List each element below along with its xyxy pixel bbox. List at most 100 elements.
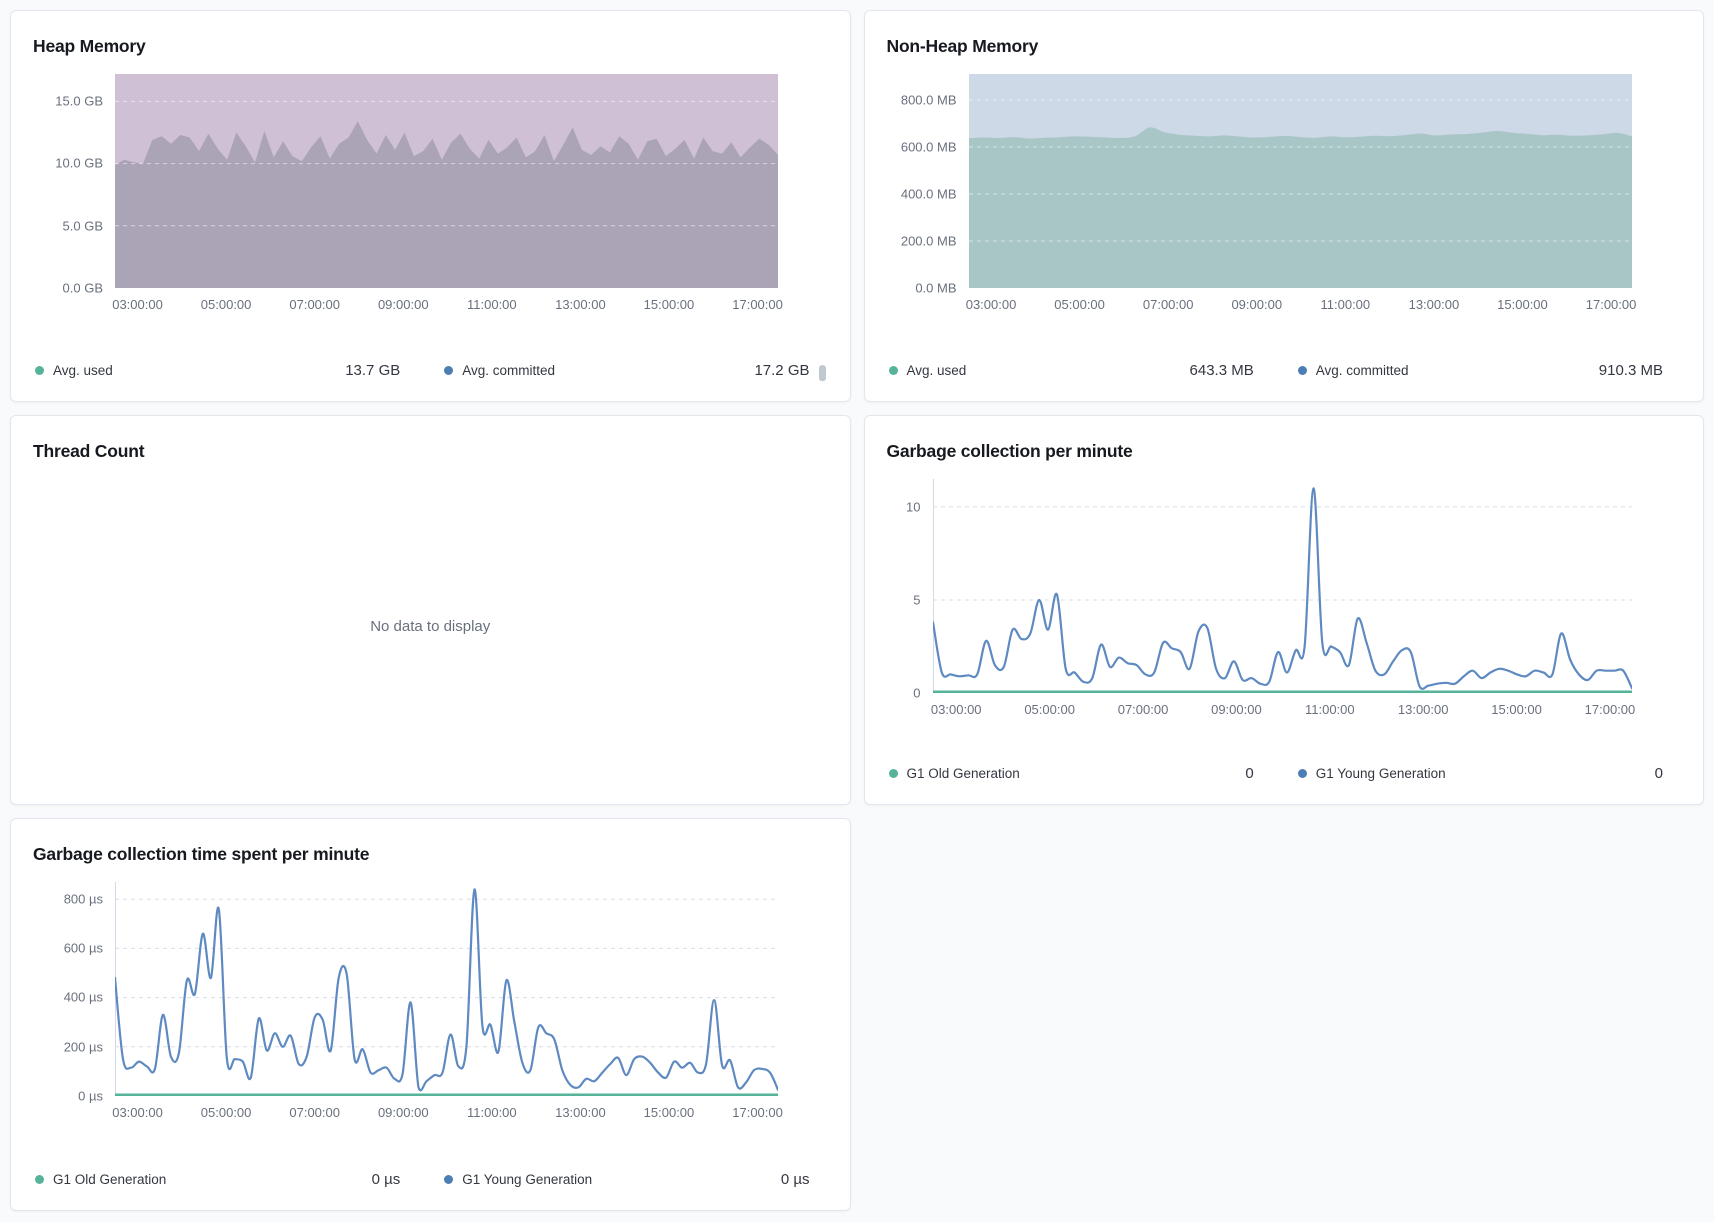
x-axis-tick-label: 09:00:00 bbox=[378, 297, 429, 313]
legend-value: 643.3 MB bbox=[1178, 362, 1254, 379]
heap-memory-legend: Avg. used 13.7 GB Avg. committed 17.2 GB bbox=[33, 362, 828, 387]
heap-memory-plot-area[interactable] bbox=[115, 74, 778, 288]
x-axis-tick-label: 05:00:00 bbox=[1024, 702, 1075, 718]
y-axis-tick-label: 10 bbox=[906, 500, 920, 513]
series-dot-icon bbox=[444, 1175, 453, 1184]
y-axis-tick-label: 0.0 MB bbox=[915, 281, 956, 294]
legend-label: G1 Young Generation bbox=[462, 1172, 592, 1187]
heap-memory-x-axis: 03:00:0005:00:0007:00:0009:00:0011:00:00… bbox=[115, 297, 778, 313]
non-heap-memory-x-axis: 03:00:00 05:00:00 07:00:00 09:00:00 11:00:00… bbox=[969, 297, 1632, 313]
panel-non-heap-memory: Non-Heap Memory 0.0 MB200.0 MB400.0 MB60… bbox=[864, 10, 1705, 402]
legend-value: 13.7 GB bbox=[333, 362, 400, 379]
legend-value: 17.2 GB bbox=[742, 362, 809, 379]
legend-label: Avg. used bbox=[907, 363, 967, 378]
x-axis-tick-label: 15:00:00 bbox=[644, 1105, 695, 1121]
gc-per-minute-x-axis: 03:00:00 05:00:00 07:00:00 09:00:00 11:00:00… bbox=[933, 702, 1632, 718]
x-axis-tick-label: 17:00:00 bbox=[732, 1105, 783, 1121]
x-axis-tick-label: 11:00:00 bbox=[1305, 702, 1355, 718]
series-dot-icon bbox=[1298, 769, 1307, 778]
gc-time-per-minute-title: Garbage collection time spent per minute bbox=[33, 844, 828, 866]
x-axis-tick-label: 09:00:00 bbox=[1231, 297, 1282, 313]
y-axis-tick-label: 800.0 MB bbox=[901, 93, 957, 106]
gc-time-per-minute-y-axis: 0 µs200 µs400 µs600 µs800 µs bbox=[33, 882, 115, 1096]
x-axis-tick-label: 05:00:00 bbox=[201, 1105, 252, 1121]
legend-item-g1-old-generation[interactable]: G1 Old Generation 0 µs bbox=[35, 1171, 400, 1188]
gc-time-per-minute-plot-area[interactable] bbox=[115, 882, 778, 1096]
legend-value: 0 µs bbox=[769, 1171, 810, 1188]
y-axis-tick-label: 0 µs bbox=[78, 1089, 103, 1102]
y-axis-tick-label: 200.0 MB bbox=[901, 234, 957, 247]
heap-memory-svg bbox=[115, 74, 778, 288]
non-heap-memory-y-axis: 0.0 MB200.0 MB400.0 MB600.0 MB800.0 MB bbox=[887, 74, 969, 288]
legend-item-avg-committed[interactable]: Avg. committed 17.2 GB bbox=[444, 362, 809, 379]
x-axis-tick-label: 03:00:00 bbox=[966, 297, 1017, 313]
x-axis-tick-label: 03:00:00 bbox=[112, 297, 163, 313]
non-heap-memory-x-axis-row: 03:00:00 05:00:00 07:00:00 09:00:00 11:00:00… bbox=[887, 297, 1682, 313]
legend-item-avg-used[interactable]: Avg. used 643.3 MB bbox=[889, 362, 1254, 379]
no-data-message: No data to display bbox=[33, 463, 828, 790]
non-heap-memory-svg bbox=[969, 74, 1632, 288]
gc-per-minute-x-axis-row: 03:00:00 05:00:00 07:00:00 09:00:00 11:00:00… bbox=[887, 702, 1682, 718]
series-dot-icon bbox=[889, 366, 898, 375]
x-axis-tick-label: 07:00:00 bbox=[289, 297, 340, 313]
legend-item-avg-committed[interactable]: Avg. committed 910.3 MB bbox=[1298, 362, 1663, 379]
heap-memory-x-axis-row: 03:00:0005:00:0007:00:0009:00:0011:00:00… bbox=[33, 297, 828, 313]
gc-time-per-minute-legend: G1 Old Generation 0 µs G1 Young Generati… bbox=[33, 1171, 828, 1196]
y-axis-tick-label: 400 µs bbox=[64, 991, 103, 1004]
x-axis-spacer bbox=[887, 297, 969, 313]
series-dot-icon bbox=[35, 1175, 44, 1184]
x-axis-tick-label: 09:00:00 bbox=[378, 1105, 429, 1121]
x-axis-tick-label: 09:00:00 bbox=[1211, 702, 1262, 718]
x-axis-tick-label: 07:00:00 bbox=[1143, 297, 1194, 313]
x-axis-tick-label: 17:00:00 bbox=[1585, 702, 1636, 718]
y-axis-tick-label: 10.0 GB bbox=[55, 157, 103, 170]
legend-value: 0 bbox=[1233, 765, 1253, 782]
x-axis-tick-label: 07:00:00 bbox=[1118, 702, 1169, 718]
series-dot-icon bbox=[35, 366, 44, 375]
panel-thread-count: Thread Count No data to display bbox=[10, 415, 851, 805]
legend-item-g1-young-generation[interactable]: G1 Young Generation 0 µs bbox=[444, 1171, 809, 1188]
x-axis-spacer bbox=[887, 702, 933, 718]
legend-value: 0 µs bbox=[360, 1171, 401, 1188]
panel-gc-per-minute: Garbage collection per minute 0510 03:00… bbox=[864, 415, 1705, 805]
legend-item-avg-used[interactable]: Avg. used 13.7 GB bbox=[35, 362, 400, 379]
x-axis-tick-label: 17:00:00 bbox=[1586, 297, 1637, 313]
x-axis-tick-label: 15:00:00 bbox=[1491, 702, 1542, 718]
y-axis-tick-label: 800 µs bbox=[64, 893, 103, 906]
legend-label: Avg. committed bbox=[462, 363, 555, 378]
legend-value: 910.3 MB bbox=[1587, 362, 1663, 379]
x-axis-tick-label: 05:00:00 bbox=[201, 297, 252, 313]
legend-value: 0 bbox=[1643, 765, 1663, 782]
dashboard-grid: Heap Memory 0.0 GB5.0 GB10.0 GB15.0 GB 0… bbox=[0, 0, 1714, 1222]
x-axis-tick-label: 13:00:00 bbox=[1409, 297, 1460, 313]
heap-memory-y-axis: 0.0 GB5.0 GB10.0 GB15.0 GB bbox=[33, 74, 115, 288]
y-axis-tick-label: 5.0 GB bbox=[63, 219, 103, 232]
x-axis-tick-label: 05:00:00 bbox=[1054, 297, 1105, 313]
non-heap-memory-legend: Avg. used 643.3 MB Avg. committed 910.3 … bbox=[887, 362, 1682, 387]
legend-scrollbar-thumb[interactable] bbox=[819, 365, 826, 381]
x-axis-spacer bbox=[33, 297, 115, 313]
x-axis-tick-label: 07:00:00 bbox=[289, 1105, 340, 1121]
heap-memory-chart: 0.0 GB5.0 GB10.0 GB15.0 GB bbox=[33, 74, 828, 288]
x-axis-tick-label: 15:00:00 bbox=[1497, 297, 1548, 313]
gc-per-minute-chart: 0510 bbox=[887, 479, 1682, 693]
y-axis-tick-label: 0 bbox=[913, 686, 920, 699]
gc-per-minute-title: Garbage collection per minute bbox=[887, 441, 1682, 463]
non-heap-memory-plot-area[interactable] bbox=[969, 74, 1632, 288]
legend-label: Avg. committed bbox=[1316, 363, 1409, 378]
y-axis-tick-label: 600 µs bbox=[64, 942, 103, 955]
legend-label: Avg. used bbox=[53, 363, 113, 378]
legend-label: G1 Old Generation bbox=[53, 1172, 166, 1187]
legend-item-g1-young-generation[interactable]: G1 Young Generation 0 bbox=[1298, 765, 1663, 782]
x-axis-tick-label: 11:00:00 bbox=[1321, 297, 1371, 313]
gc-per-minute-svg bbox=[933, 479, 1632, 693]
x-axis-tick-label: 03:00:00 bbox=[931, 702, 982, 718]
gc-time-per-minute-x-axis-row: 03:00:0005:00:0007:00:0009:00:0011:00:00… bbox=[33, 1105, 828, 1121]
gc-time-per-minute-x-axis: 03:00:0005:00:0007:00:0009:00:0011:00:00… bbox=[115, 1105, 778, 1121]
legend-item-g1-old-generation[interactable]: G1 Old Generation 0 bbox=[889, 765, 1254, 782]
series-dot-icon bbox=[444, 366, 453, 375]
x-axis-tick-label: 13:00:00 bbox=[1398, 702, 1449, 718]
gc-per-minute-plot-area[interactable] bbox=[933, 479, 1632, 693]
y-axis-tick-label: 400.0 MB bbox=[901, 187, 957, 200]
non-heap-memory-chart: 0.0 MB200.0 MB400.0 MB600.0 MB800.0 MB bbox=[887, 74, 1682, 288]
